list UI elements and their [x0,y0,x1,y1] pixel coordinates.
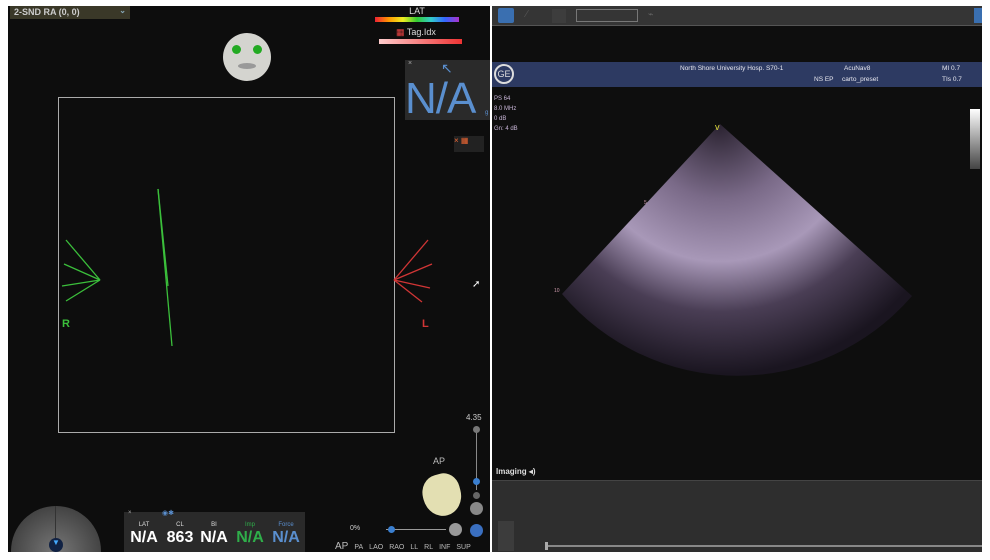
rotation-slider-handle[interactable] [388,526,395,533]
stat-lat: LAT N/A [130,522,158,546]
catheter-stats-panel: × ◉✱ LAT N/A CL 863 BI N/A Imp N/A Force N/A [124,509,305,552]
view-sup[interactable]: SUP [456,544,470,551]
direction-unit: g [485,110,489,116]
direction-value: N/A [405,74,476,123]
right-label: R [62,318,70,330]
view-rl[interactable]: RL [424,544,433,551]
rotation-percent: 0% [350,525,361,532]
view-inf[interactable]: INF [439,544,450,551]
ultrasound-sector [562,124,912,376]
rotation-slider[interactable] [386,529,446,530]
zoom-value: 4.35 [466,413,482,422]
left-orientation-marker [393,239,433,303]
stat-cl: CL 863 [166,522,194,546]
cine-tool-icon[interactable] [498,521,514,537]
view-rao[interactable]: RAO [389,544,404,551]
depth-mark: 10 [554,288,560,294]
zoom-out-icon[interactable] [473,492,480,499]
view-pa[interactable]: PA [354,544,363,551]
filter-icon[interactable]: ▼ [49,538,63,552]
mouse-cursor-icon: ➚ [472,279,481,290]
zoom-in-icon[interactable] [473,426,480,433]
force-direction-box: × ↖ N/A g [405,60,490,123]
view-ap[interactable]: AP [335,541,348,552]
view-lao[interactable]: LAO [369,544,383,551]
close-icon[interactable]: × [408,60,412,67]
catheter-line [157,188,173,347]
cine-panel [492,480,982,552]
map-tools-icon[interactable]: × ▦ [454,136,484,152]
stat-force: Force N/A [272,522,300,546]
zoom-slider-handle[interactable] [473,478,480,485]
cine-play-icon[interactable] [498,537,514,551]
carto-map-panel: 2-SND RA (0, 0) ⌄ LAT ▦ Tag.Idx R L ➚ × ↖… [8,6,490,552]
probe-marker: v [715,122,720,132]
ultrasound-panel: ∕ ⌁ GE North Shore University Hosp. S70-… [492,6,982,552]
stat-bi: BI N/A [200,522,228,546]
settings-icon[interactable]: ◉✱ [162,509,174,517]
reset-view-icon[interactable] [470,502,483,515]
rotate-icon[interactable] [470,524,483,537]
orientation-label: AP [433,456,446,466]
stat-imp: Imp N/A [236,522,264,546]
camera-icon[interactable] [449,523,462,536]
imaging-label: Imaging ◂) [496,467,536,476]
view-presets: AP PA LAO RAO LL RL INF SUP [335,541,477,552]
right-orientation-marker [61,239,101,302]
speaker-icon[interactable]: ◂) [529,467,536,476]
view-ll[interactable]: LL [410,544,418,551]
close-icon[interactable]: × [128,510,132,516]
ultrasound-image: v [562,122,912,376]
depth-mark: 5 [644,200,647,206]
left-label: L [422,318,429,330]
cine-timeline-handle[interactable] [545,542,548,550]
cine-timeline-slider[interactable] [547,545,982,547]
